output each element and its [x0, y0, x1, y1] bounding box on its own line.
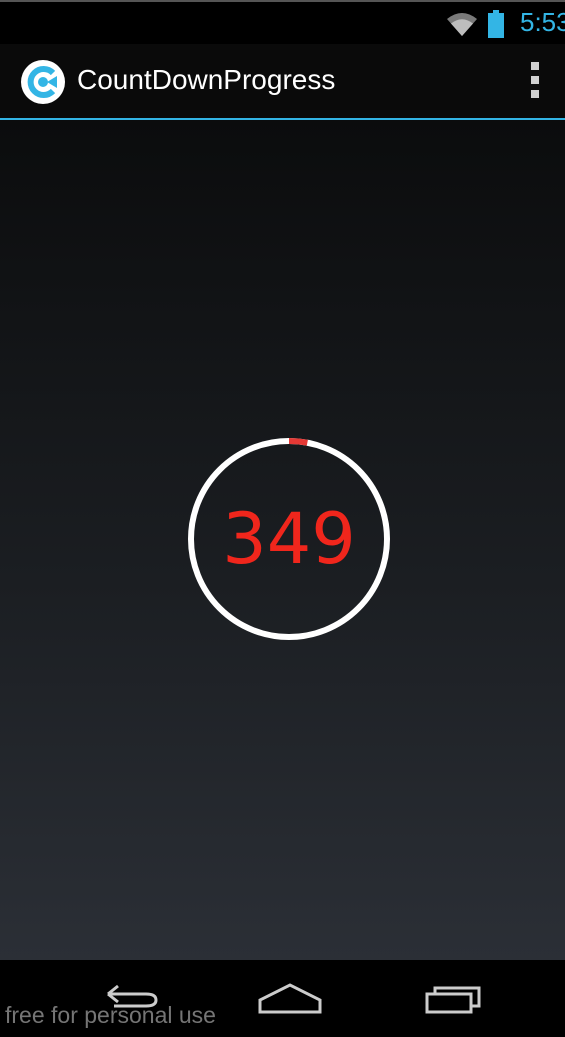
navigation-bar: free for personal use [0, 960, 565, 1037]
app-logo-icon[interactable] [20, 59, 66, 105]
recents-icon[interactable] [413, 978, 493, 1020]
status-time: 5:53 [520, 7, 565, 37]
overflow-menu-icon[interactable] [520, 60, 550, 100]
status-bar: 5:53 [0, 0, 565, 44]
countdown-number: 349 [222, 498, 356, 580]
app-screen: 5:53 CountDownProgress 349 free for pers… [0, 0, 565, 1037]
home-icon[interactable] [250, 978, 330, 1020]
action-bar: CountDownProgress [0, 44, 565, 120]
battery-icon [488, 10, 504, 38]
app-title: CountDownProgress [77, 64, 336, 95]
watermark-text: free for personal use [5, 1002, 216, 1028]
main-content: 349 [0, 120, 565, 960]
wifi-icon [447, 13, 477, 36]
